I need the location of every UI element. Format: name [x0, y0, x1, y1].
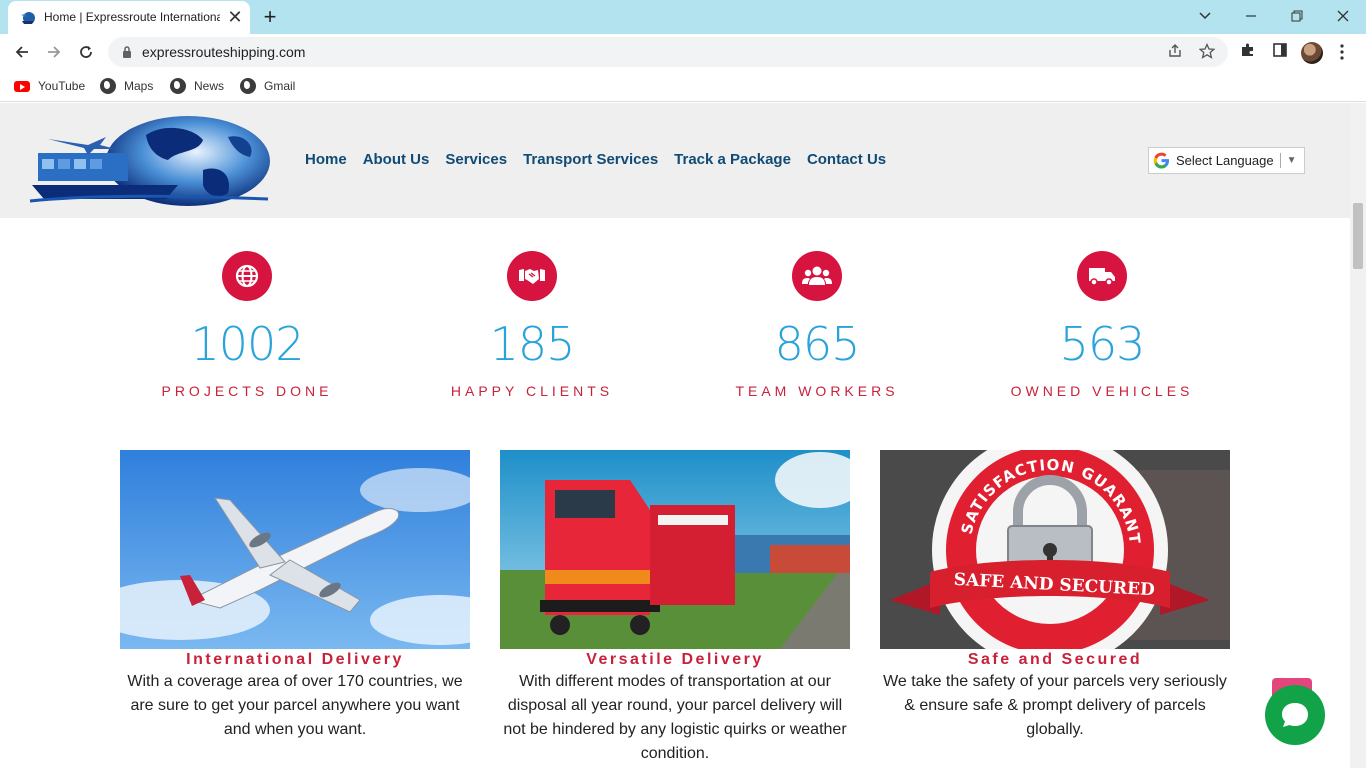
truck-icon	[1077, 251, 1127, 301]
bookmark-label: News	[194, 79, 225, 93]
close-window-icon[interactable]	[1320, 0, 1366, 32]
stat-projects-done: 1002 PROJECTS DONE	[127, 251, 367, 399]
chat-widget-button[interactable]	[1265, 685, 1325, 745]
dropdown-arrow-icon: ▼	[1286, 155, 1297, 166]
stat-value: 865	[774, 317, 861, 371]
bookmark-star-icon[interactable]	[1198, 42, 1216, 61]
airplane-image	[120, 450, 470, 649]
stat-label: TEAM WORKERS	[735, 383, 899, 399]
bookmark-label: Gmail	[264, 79, 296, 93]
language-select[interactable]: Select Language ▼	[1148, 147, 1305, 174]
safe-secured-badge-image: SATISFACTION GUARANTEED SAFE AND SECURED	[880, 450, 1230, 649]
nav-about-us[interactable]: About Us	[363, 151, 430, 168]
site-favicon-icon	[21, 12, 35, 24]
stat-happy-clients: 185 HAPPY CLIENTS	[412, 251, 652, 399]
train-image	[500, 450, 850, 649]
youtube-icon	[14, 80, 30, 92]
card-text: With a coverage area of over 170 countri…	[127, 673, 463, 738]
tab-close-icon[interactable]: ✕	[226, 7, 244, 27]
users-icon	[792, 251, 842, 301]
nav-track-package[interactable]: Track a Package	[674, 151, 791, 168]
restore-window-icon[interactable]	[1274, 0, 1320, 32]
globe-icon	[100, 78, 116, 94]
page-scrollbar[interactable]	[1350, 103, 1366, 768]
tab-search-chevron-icon[interactable]	[1182, 0, 1228, 32]
service-card-international: International Delivery With a coverage a…	[120, 450, 470, 742]
page-viewport: Home About Us Services Transport Service…	[0, 103, 1366, 768]
handshake-icon	[507, 251, 557, 301]
stat-value: 185	[489, 317, 576, 371]
minimize-window-icon[interactable]	[1228, 0, 1274, 32]
service-card-safe-secured: SATISFACTION GUARANTEED SAFE AND SECURED…	[880, 450, 1230, 742]
site-header: Home About Us Services Transport Service…	[0, 103, 1350, 218]
url-text: expressrouteshipping.com	[142, 44, 306, 60]
reload-icon[interactable]	[74, 40, 98, 64]
scrollbar-thumb[interactable]	[1353, 203, 1363, 269]
nav-transport-services[interactable]: Transport Services	[523, 151, 658, 168]
bookmark-news[interactable]: News	[170, 77, 224, 95]
stat-team-workers: 865 TEAM WORKERS	[697, 251, 937, 399]
company-logo[interactable]	[28, 115, 274, 207]
card-text: With different modes of transportation a…	[503, 673, 847, 762]
nav-home[interactable]: Home	[305, 151, 347, 168]
back-arrow-icon[interactable]	[10, 40, 34, 64]
nav-contact-us[interactable]: Contact Us	[807, 151, 886, 168]
globe-icon	[170, 78, 186, 94]
lock-icon	[123, 46, 131, 58]
stat-label: OWNED VEHICLES	[1010, 383, 1194, 399]
bookmark-label: Maps	[124, 79, 154, 93]
bookmarks-bar: YouTube Maps News Gmail	[0, 70, 1366, 102]
main-navigation: Home About Us Services Transport Service…	[305, 151, 902, 168]
browser-tab-strip: Home | Expressroute International ✕ +	[0, 0, 1366, 34]
service-card-versatile: Versatile Delivery With different modes …	[500, 450, 850, 766]
browser-toolbar: expressrouteshipping.com	[0, 34, 1366, 70]
divider	[1279, 153, 1281, 168]
profile-avatar[interactable]	[1301, 42, 1323, 64]
chat-bubble-icon	[1282, 703, 1308, 727]
card-title: Versatile Delivery	[586, 651, 764, 668]
globe-icon	[222, 251, 272, 301]
bookmark-gmail[interactable]: Gmail	[240, 77, 295, 95]
stat-value: 563	[1059, 317, 1146, 371]
extensions-puzzle-icon[interactable]	[1238, 42, 1258, 62]
tab-title: Home | Expressroute International	[44, 10, 220, 24]
share-icon[interactable]	[1166, 43, 1184, 61]
nav-services[interactable]: Services	[445, 151, 507, 168]
new-tab-button[interactable]: +	[258, 3, 282, 31]
card-title: International Delivery	[186, 651, 404, 668]
card-title: Safe and Secured	[967, 651, 1143, 668]
card-text: We take the safety of your parcels very …	[883, 673, 1227, 738]
stat-value: 1002	[190, 317, 304, 371]
stat-owned-vehicles: 563 OWNED VEHICLES	[982, 251, 1222, 399]
address-bar[interactable]: expressrouteshipping.com	[108, 37, 1228, 67]
language-select-label: Select Language	[1176, 153, 1274, 168]
browser-tab-active[interactable]: Home | Expressroute International ✕	[8, 1, 250, 34]
bookmark-maps[interactable]: Maps	[100, 77, 153, 95]
bookmark-label: YouTube	[38, 79, 86, 93]
stat-label: HAPPY CLIENTS	[450, 383, 614, 399]
reading-list-icon[interactable]	[1270, 42, 1290, 62]
browser-menu-icon[interactable]	[1336, 41, 1348, 63]
stat-label: PROJECTS DONE	[161, 383, 333, 399]
forward-arrow-icon[interactable]	[42, 40, 66, 64]
globe-icon	[240, 78, 256, 94]
google-g-icon	[1153, 152, 1170, 169]
bookmark-youtube[interactable]: YouTube	[14, 77, 85, 95]
